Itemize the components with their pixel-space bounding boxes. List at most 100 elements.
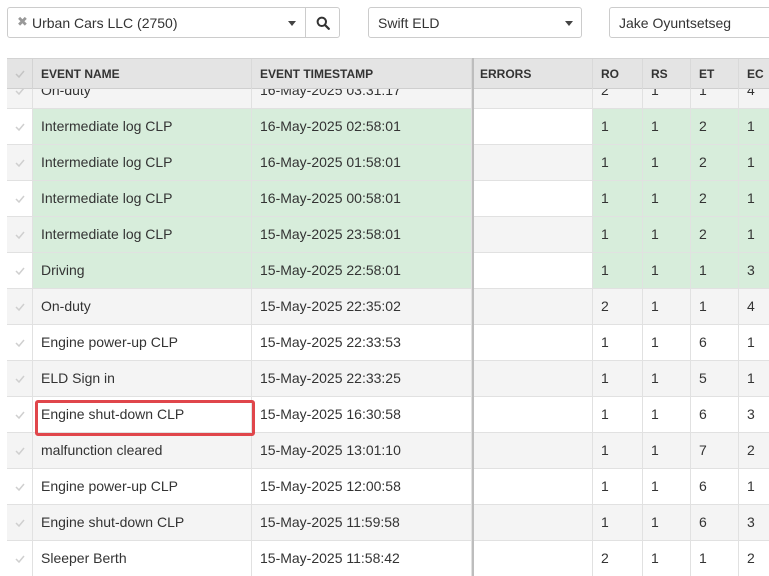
ec-cell: 1 [739,181,769,216]
check-icon [14,231,25,239]
table-row[interactable]: Engine power-up CLP 15-May-2025 12:00:58 1… [7,469,769,505]
column-header-ec[interactable]: EC [739,59,769,89]
event-timestamp-cell: 15-May-2025 16:30:58 [252,397,472,432]
et-cell: 2 [691,217,739,252]
check-icon [14,411,25,419]
ec-cell: 1 [739,145,769,180]
rs-cell: 1 [643,397,691,432]
table-row[interactable]: Driving 15-May-2025 22:58:01 1 1 1 3 [7,253,769,289]
ro-cell: 1 [593,325,643,360]
row-checkbox[interactable] [7,217,33,252]
ec-cell: 1 [739,361,769,396]
errors-cell [472,433,593,468]
rs-cell: 1 [643,181,691,216]
column-header-event-timestamp[interactable]: EVENT TIMESTAMP [252,59,472,89]
ec-cell: 3 [739,397,769,432]
ec-cell: 3 [739,505,769,540]
row-checkbox[interactable] [7,289,33,324]
event-timestamp-cell: 15-May-2025 11:59:58 [252,505,472,540]
column-header-rs[interactable]: RS [643,59,691,89]
event-timestamp-cell: 15-May-2025 22:33:53 [252,325,472,360]
errors-cell [472,289,593,324]
search-button[interactable] [305,7,340,38]
table-row[interactable]: malfunction cleared 15-May-2025 13:01:10 1… [7,433,769,469]
ro-cell: 1 [593,469,643,504]
table-row[interactable]: Engine shut-down CLP 15-May-2025 11:59:58… [7,505,769,541]
column-header-ro[interactable]: RO [593,59,643,89]
ro-cell: 1 [593,217,643,252]
et-cell: 1 [691,541,739,576]
row-checkbox[interactable] [7,541,33,576]
company-select[interactable]: ✖ Urban Cars LLC (2750) [7,7,306,38]
table-row[interactable]: Engine power-up CLP 15-May-2025 22:33:53 1… [7,325,769,361]
event-name-cell: Engine power-up CLP [33,325,252,360]
column-header-et[interactable]: ET [691,59,739,89]
event-name-cell: Intermediate log CLP [33,181,252,216]
event-name-cell: Driving [33,253,252,288]
annotation-highlight-box [35,400,255,436]
row-checkbox[interactable] [7,469,33,504]
row-checkbox[interactable] [7,361,33,396]
check-icon [14,483,25,491]
errors-cell [472,109,593,144]
row-checkbox[interactable] [7,145,33,180]
check-icon [14,267,25,275]
ec-cell: 4 [739,289,769,324]
driver-select-value: Jake Oyuntsetseg [619,14,732,31]
eld-select[interactable]: Swift ELD [368,7,582,38]
event-name-cell: On-duty [33,289,252,324]
row-checkbox[interactable] [7,181,33,216]
ro-cell: 1 [593,109,643,144]
rs-cell: 1 [643,433,691,468]
company-select-value: Urban Cars LLC (2750) [32,14,178,31]
select-all-checkbox[interactable] [7,59,33,89]
table-row[interactable]: ELD Sign in 15-May-2025 22:33:25 1 1 5 1 [7,361,769,397]
rs-cell: 1 [643,325,691,360]
check-icon [14,555,25,563]
event-name-cell: Engine power-up CLP [33,469,252,504]
check-icon [14,375,25,383]
errors-cell [472,397,593,432]
ro-cell: 1 [593,361,643,396]
close-icon[interactable]: ✖ [17,15,29,30]
row-checkbox[interactable] [7,109,33,144]
column-resize-divider[interactable] [472,58,474,576]
driver-select[interactable]: Jake Oyuntsetseg [609,7,769,38]
event-name-cell: Intermediate log CLP [33,109,252,144]
column-header-errors[interactable]: ERRORS [472,59,593,89]
rs-cell: 1 [643,109,691,144]
table-row[interactable]: Sleeper Berth 15-May-2025 11:58:42 2 1 1 2 [7,541,769,576]
table-row[interactable]: On-duty 15-May-2025 22:35:02 2 1 1 4 [7,289,769,325]
errors-cell [472,361,593,396]
table-row[interactable]: Intermediate log CLP 16-May-2025 00:58:01… [7,181,769,217]
rs-cell: 1 [643,217,691,252]
event-timestamp-cell: 15-May-2025 22:33:25 [252,361,472,396]
table-row[interactable]: Intermediate log CLP 16-May-2025 01:58:01… [7,145,769,181]
ro-cell: 1 [593,397,643,432]
ro-cell: 2 [593,289,643,324]
row-checkbox[interactable] [7,253,33,288]
row-checkbox[interactable] [7,325,33,360]
table-row[interactable]: Intermediate log CLP 16-May-2025 02:58:01… [7,109,769,145]
rs-cell: 1 [643,469,691,504]
row-checkbox[interactable] [7,397,33,432]
errors-cell [472,217,593,252]
ec-cell: 1 [739,217,769,252]
row-checkbox[interactable] [7,433,33,468]
check-icon [14,123,25,131]
ec-cell: 2 [739,541,769,576]
table-row[interactable]: Intermediate log CLP 15-May-2025 23:58:01… [7,217,769,253]
ec-cell: 3 [739,253,769,288]
errors-cell [472,253,593,288]
errors-cell [472,325,593,360]
chevron-down-icon [565,21,573,26]
et-cell: 7 [691,433,739,468]
ec-cell: 2 [739,433,769,468]
rs-cell: 1 [643,361,691,396]
row-checkbox[interactable] [7,505,33,540]
et-cell: 5 [691,361,739,396]
ro-cell: 2 [593,541,643,576]
event-timestamp-cell: 15-May-2025 22:58:01 [252,253,472,288]
eld-select-value: Swift ELD [378,14,440,31]
column-header-event-name[interactable]: EVENT NAME [33,59,252,89]
